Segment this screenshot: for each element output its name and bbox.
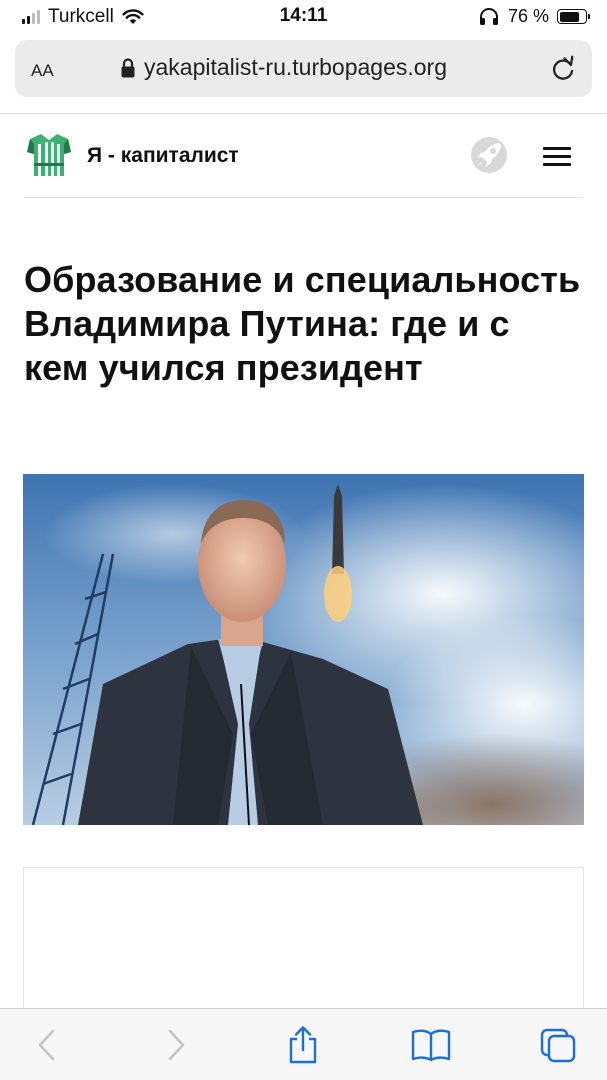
bookmarks-button[interactable]: [408, 1023, 454, 1067]
site-header: Я - капиталист: [0, 114, 607, 198]
site-name[interactable]: Я - капиталист: [87, 144, 239, 168]
article-title: Образование и специальность Владимира Пу…: [24, 259, 581, 388]
header-divider: [24, 197, 583, 198]
address-bar[interactable]: AA yakapitalist-ru.turbopages.org: [15, 40, 592, 97]
article-hero-image: [23, 474, 584, 825]
battery-icon: [557, 9, 590, 24]
browser-toolbar: [0, 1008, 607, 1080]
battery-percent: 76 %: [507, 6, 549, 26]
text-size-label: AA: [31, 61, 54, 80]
back-button[interactable]: [24, 1023, 70, 1067]
share-icon: [289, 1026, 317, 1064]
menu-icon[interactable]: [543, 147, 571, 167]
site-logo-icon[interactable]: [24, 130, 74, 180]
bookmarks-icon: [411, 1029, 451, 1062]
reload-icon[interactable]: [550, 55, 576, 83]
status-bar: Turkcell 14:11 76 %: [0, 0, 607, 34]
url-field[interactable]: yakapitalist-ru.turbopages.org: [120, 54, 447, 81]
tabs-button[interactable]: [535, 1023, 581, 1067]
forward-button[interactable]: [153, 1023, 199, 1067]
url-text: yakapitalist-ru.turbopages.org: [144, 54, 447, 80]
forward-icon: [168, 1029, 185, 1061]
rocket-icon[interactable]: [469, 135, 509, 175]
battery-fill: [559, 11, 579, 22]
status-right: 76 %: [478, 6, 590, 27]
tabs-icon: [540, 1028, 576, 1063]
share-button[interactable]: [280, 1023, 326, 1067]
text-size-button[interactable]: AA: [31, 55, 54, 82]
lock-icon: [121, 57, 135, 77]
headphones-icon: [479, 7, 498, 25]
back-icon: [38, 1029, 55, 1061]
